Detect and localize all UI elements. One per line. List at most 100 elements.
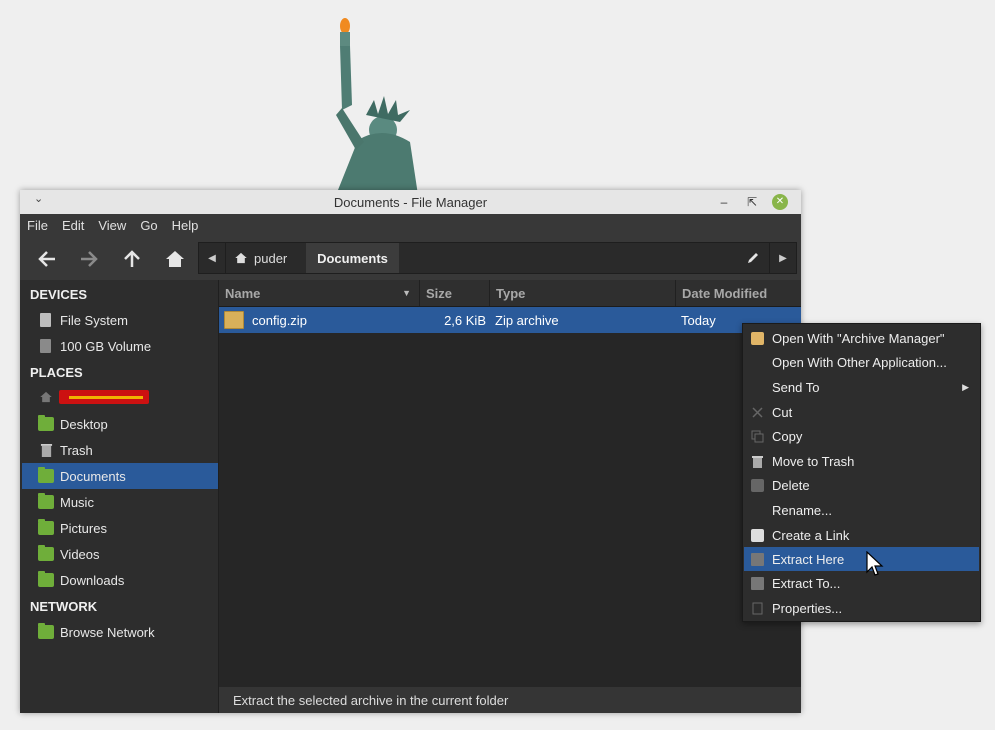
menu-item-label: Rename...: [772, 502, 832, 518]
path-bar: ◀ puder Documents ▶: [198, 242, 797, 274]
forward-button[interactable]: [74, 245, 104, 273]
restore-icon[interactable]: ⇱: [744, 194, 760, 210]
up-button[interactable]: [117, 245, 147, 273]
menu-item-label: Properties...: [772, 600, 843, 616]
file-manager-window: ⌄ Documents - File Manager – ⇱ ✕ File Edi…: [20, 190, 801, 713]
sidebar-item-desktop[interactable]: Desktop: [22, 411, 218, 437]
sidebar-item-downloads[interactable]: Downloads: [22, 567, 218, 593]
sidebar-item-label: Documents: [60, 468, 126, 484]
back-arrow-icon: [38, 251, 55, 267]
home-icon: [235, 252, 247, 264]
folder-icon: [38, 493, 54, 509]
submenu-arrow-icon: ▶: [962, 381, 969, 392]
forward-arrow-icon: [81, 251, 98, 267]
properties-icon: [752, 602, 763, 614]
path-segment-documents[interactable]: Documents: [306, 243, 399, 273]
menu-item-label: Create a Link: [772, 527, 850, 543]
close-icon[interactable]: ✕: [772, 194, 788, 210]
file-row[interactable]: config.zip 2,6 KiB Zip archive Today: [219, 307, 801, 333]
menu-extract-here[interactable]: Extract Here: [744, 547, 979, 571]
context-menu: Open With "Archive Manager" Open With Ot…: [742, 323, 981, 622]
extract-icon: [751, 552, 764, 566]
minimize-icon[interactable]: –: [716, 194, 732, 210]
edit-location-button[interactable]: [736, 243, 770, 273]
menu-rename[interactable]: Rename...: [744, 498, 979, 522]
menu-open-with-archive-manager[interactable]: Open With "Archive Manager": [744, 326, 979, 350]
copy-icon: [751, 430, 764, 442]
menu-create-link[interactable]: Create a Link: [744, 523, 979, 547]
file-list[interactable]: Name ▼ Size Type Date Modified config.zi…: [219, 280, 801, 687]
menu-item-label: Open With Other Application...: [772, 354, 947, 370]
column-size[interactable]: Size: [420, 280, 490, 306]
sidebar-item-label: Desktop: [60, 416, 108, 432]
menu-edit[interactable]: Edit: [55, 214, 91, 233]
folder-icon: [38, 467, 54, 483]
sidebar-item-label: Trash: [60, 442, 93, 458]
menu-bar: File Edit View Go Help: [20, 214, 801, 238]
menu-cut[interactable]: Cut: [744, 400, 979, 424]
sidebar-item-music[interactable]: Music: [22, 489, 218, 515]
file-size: 2,6 KiB: [444, 312, 486, 328]
path-scroll-left-icon[interactable]: ◀: [199, 243, 226, 273]
network-icon: [38, 623, 54, 639]
toolbar: ◀ puder Documents ▶: [20, 238, 801, 280]
column-label: Name: [225, 285, 261, 301]
link-icon: [751, 528, 764, 542]
menu-item-label: Send To: [772, 379, 820, 395]
path-segment-label: puder: [254, 250, 288, 266]
sidebar-item-label: 100 GB Volume: [60, 338, 152, 354]
cut-icon: [752, 406, 763, 418]
sidebar-item-videos[interactable]: Videos: [22, 541, 218, 567]
home-icon: [166, 251, 184, 267]
sidebar-heading-devices: DEVICES: [30, 287, 88, 302]
back-button[interactable]: [32, 245, 62, 273]
folder-icon: [38, 571, 54, 587]
column-date-modified[interactable]: Date Modified: [676, 280, 801, 306]
delete-icon: [751, 478, 764, 492]
trash-icon: [752, 455, 763, 468]
mouse-pointer-icon: [866, 551, 884, 576]
menu-send-to[interactable]: Send To ▶: [744, 375, 979, 399]
sidebar-item-browse-network[interactable]: Browse Network: [22, 619, 218, 645]
menu-delete[interactable]: Delete: [744, 473, 979, 497]
sidebar-item-label: Downloads: [60, 572, 125, 588]
sidebar-item-label: Browse Network: [60, 624, 155, 640]
sidebar-item-home[interactable]: [22, 384, 218, 410]
column-header: Name ▼ Size Type Date Modified: [219, 280, 801, 307]
sidebar-item-file-system[interactable]: File System: [22, 307, 218, 333]
file-name-cell: config.zip: [224, 307, 414, 333]
menu-help[interactable]: Help: [165, 214, 206, 233]
path-scroll-right-icon[interactable]: ▶: [769, 243, 796, 273]
menu-file[interactable]: File: [20, 214, 55, 233]
file-type: Zip archive: [495, 312, 559, 328]
title-bar[interactable]: ⌄ Documents - File Manager – ⇱ ✕: [20, 190, 801, 214]
drive-icon: [40, 313, 51, 327]
menu-move-to-trash[interactable]: Move to Trash: [744, 449, 979, 473]
path-segment-home[interactable]: puder: [226, 243, 306, 273]
menu-view[interactable]: View: [91, 214, 133, 233]
window-title: Documents - File Manager: [333, 195, 488, 210]
drive-icon: [40, 339, 51, 353]
sidebar-item-label: File System: [60, 312, 128, 328]
menu-extract-to[interactable]: Extract To...: [744, 571, 979, 595]
home-button[interactable]: [160, 245, 190, 273]
redacted-label: [59, 390, 149, 404]
menu-properties[interactable]: Properties...: [744, 596, 979, 620]
menu-open-with-other[interactable]: Open With Other Application...: [744, 350, 979, 374]
sidebar-item-trash[interactable]: Trash: [22, 437, 218, 463]
menu-item-label: Open With "Archive Manager": [772, 330, 945, 346]
sidebar-item-documents[interactable]: Documents: [22, 463, 218, 489]
sidebar-item-volume[interactable]: 100 GB Volume: [22, 333, 218, 359]
sidebar-heading-places: PLACES: [30, 365, 83, 380]
menu-go[interactable]: Go: [133, 214, 164, 233]
sidebar-item-pictures[interactable]: Pictures: [22, 515, 218, 541]
column-name[interactable]: Name ▼: [219, 280, 420, 306]
menu-copy[interactable]: Copy: [744, 424, 979, 448]
menu-item-label: Extract Here: [772, 551, 845, 567]
folder-icon: [38, 519, 54, 535]
pencil-icon: [748, 253, 758, 263]
extract-icon: [751, 576, 764, 590]
menu-item-label: Extract To...: [772, 575, 841, 591]
zip-archive-icon: [224, 311, 244, 329]
column-type[interactable]: Type: [490, 280, 676, 306]
